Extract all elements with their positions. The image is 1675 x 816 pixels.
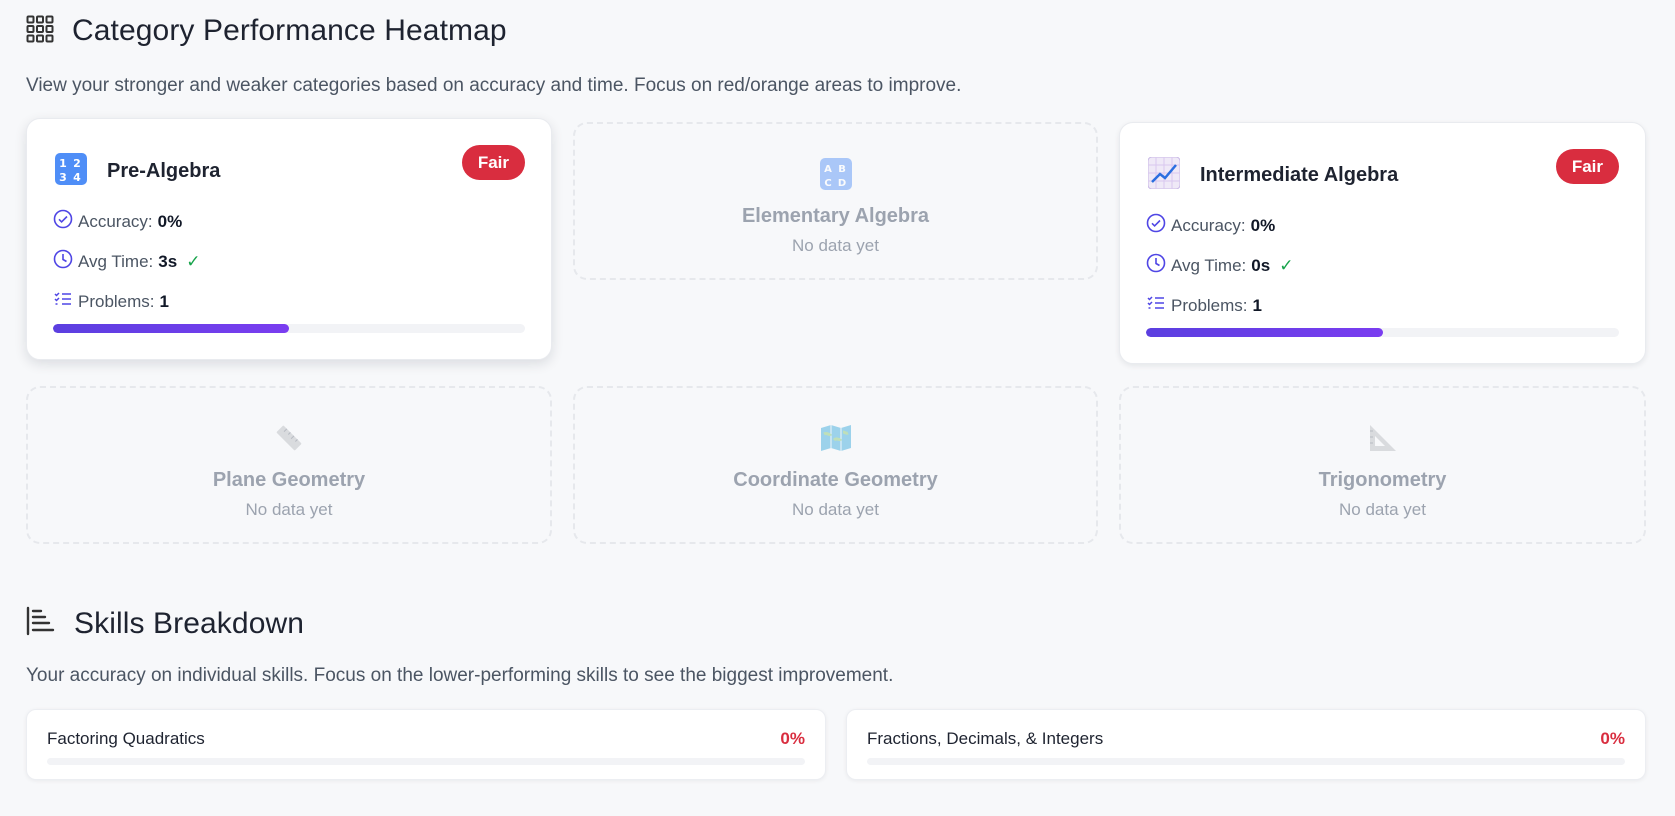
category-card-coordinate-geometry[interactable]: Coordinate Geometry No data yet <box>573 386 1098 544</box>
bar-list-icon <box>26 606 56 641</box>
problems-value: 1 <box>159 291 169 311</box>
category-card-intermediate-algebra[interactable]: Intermediate Algebra Fair Accuracy: 0% A… <box>1119 122 1646 364</box>
numbers-1234-icon: 1 2 3 4 <box>55 153 87 190</box>
no-data-text: No data yet <box>245 500 333 519</box>
heatmap-header: Category Performance Heatmap <box>26 14 507 48</box>
skill-card-factoring-quadratics[interactable]: Factoring Quadratics 0% <box>26 709 826 780</box>
svg-text:2: 2 <box>73 157 81 170</box>
accuracy-stat: Accuracy: 0% <box>53 209 182 234</box>
problems-label: Problems: <box>1171 295 1248 315</box>
check-circle-icon <box>53 209 73 234</box>
avg-time-value: 0s <box>1251 255 1271 275</box>
accuracy-label: Accuracy: <box>1171 215 1246 235</box>
accuracy-stat: Accuracy: 0% <box>1146 213 1275 238</box>
progress-bar <box>1146 328 1619 337</box>
category-card-plane-geometry[interactable]: Plane Geometry No data yet <box>26 386 552 544</box>
skill-name: Factoring Quadratics <box>47 729 205 748</box>
svg-text:C: C <box>824 178 831 189</box>
svg-text:3: 3 <box>59 171 67 184</box>
svg-text:4: 4 <box>73 171 81 184</box>
map-icon <box>820 422 852 459</box>
skills-header: Skills Breakdown <box>26 606 304 641</box>
accuracy-value: 0% <box>1250 215 1276 235</box>
ruler-icon <box>273 422 305 459</box>
category-name: Plane Geometry <box>212 469 366 491</box>
abcd-icon: A B C D <box>819 158 852 195</box>
category-name: Pre-Algebra <box>107 160 221 182</box>
category-card-pre-algebra[interactable]: 1 2 3 4 Pre-Algebra Fair Accuracy: 0% Av… <box>26 118 552 360</box>
problems-stat: Problems: 1 <box>53 289 169 314</box>
problems-value: 1 <box>1252 295 1262 315</box>
grid-icon <box>26 15 54 48</box>
avg-time-stat: Avg Time: 3s ✓ <box>53 249 200 274</box>
avg-time-value: 3s <box>158 251 178 271</box>
progress-bar <box>53 324 525 333</box>
heatmap-description: View your stronger and weaker categories… <box>26 75 962 96</box>
svg-text:1: 1 <box>59 157 67 170</box>
category-header: Intermediate Algebra <box>1147 156 1399 194</box>
svg-text:B: B <box>838 164 846 175</box>
checkmark-icon: ✓ <box>186 251 201 271</box>
triangular-ruler-icon <box>1367 422 1399 459</box>
heatmap-title: Category Performance Heatmap <box>72 14 507 47</box>
problems-stat: Problems: 1 <box>1146 293 1262 318</box>
category-name: Coordinate Geometry <box>733 469 938 491</box>
performance-badge: Fair <box>1555 149 1619 184</box>
checkmark-icon: ✓ <box>1279 255 1294 275</box>
svg-text:A: A <box>824 164 832 175</box>
category-header: 1 2 3 4 Pre-Algebra <box>55 153 220 190</box>
avg-time-label: Avg Time: <box>78 251 154 271</box>
category-card-elementary-algebra[interactable]: A B C D Elementary Algebra No data yet <box>573 122 1098 280</box>
performance-badge: Fair <box>461 145 525 180</box>
skill-progress-bar <box>867 758 1625 765</box>
skill-card-fractions-decimals-integers[interactable]: Fractions, Decimals, & Integers 0% <box>846 709 1646 780</box>
clock-icon <box>1146 253 1166 278</box>
category-name: Elementary Algebra <box>741 205 930 227</box>
clock-icon <box>53 249 73 274</box>
avg-time-stat: Avg Time: 0s ✓ <box>1146 253 1293 278</box>
chart-increasing-icon <box>1147 156 1181 194</box>
svg-text:D: D <box>837 178 845 189</box>
accuracy-value: 0% <box>157 211 183 231</box>
skill-progress-bar <box>47 758 805 765</box>
skill-percent: 0% <box>1600 729 1625 748</box>
progress-bar-fill <box>53 324 289 333</box>
list-check-icon <box>53 289 73 314</box>
category-name: Trigonometry <box>1318 469 1447 491</box>
skill-percent: 0% <box>780 729 805 748</box>
list-check-icon <box>1146 293 1166 318</box>
category-name: Intermediate Algebra <box>1200 164 1399 186</box>
avg-time-label: Avg Time: <box>1171 255 1247 275</box>
no-data-text: No data yet <box>792 236 879 255</box>
problems-label: Problems: <box>78 291 155 311</box>
no-data-text: No data yet <box>792 500 879 519</box>
skill-name: Fractions, Decimals, & Integers <box>867 729 1104 748</box>
no-data-text: No data yet <box>1339 500 1426 519</box>
skills-title: Skills Breakdown <box>74 606 305 640</box>
category-card-trigonometry[interactable]: Trigonometry No data yet <box>1119 386 1646 544</box>
progress-bar-fill <box>1146 328 1383 337</box>
skills-description: Your accuracy on individual skills. Focu… <box>26 665 894 686</box>
accuracy-label: Accuracy: <box>78 211 153 231</box>
check-circle-icon <box>1146 213 1166 238</box>
